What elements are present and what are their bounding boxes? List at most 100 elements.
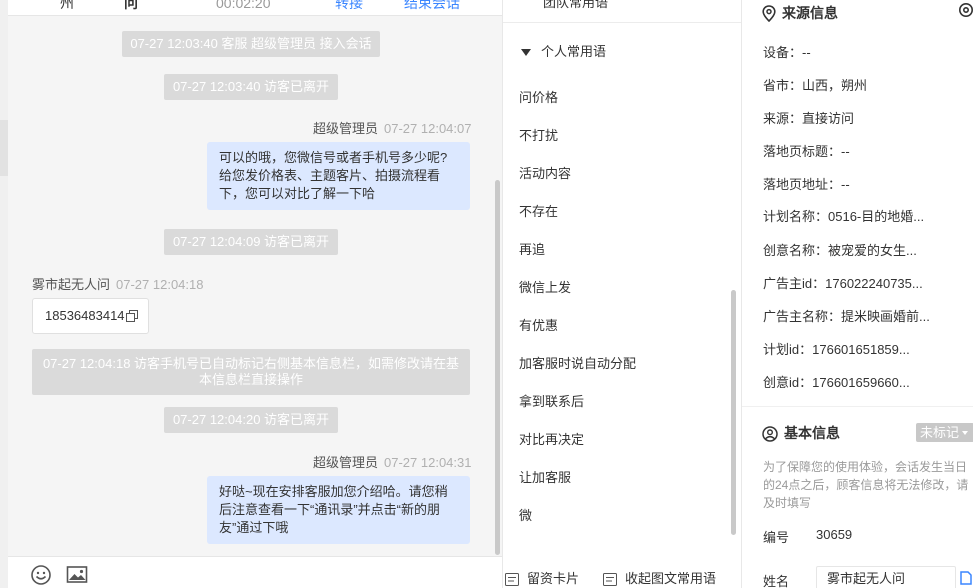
personal-phrases-group[interactable]: 个人常用语 bbox=[521, 41, 606, 60]
number-value: 30659 bbox=[816, 527, 853, 542]
name-label: 姓名 bbox=[763, 574, 790, 588]
edit-icon[interactable] bbox=[960, 571, 972, 585]
info-row-creative-name: 创意名称：被宠爱的女生... bbox=[763, 240, 917, 259]
phrase-item[interactable]: 让加客服 bbox=[519, 467, 571, 486]
phrase-item[interactable]: 有优惠 bbox=[519, 315, 558, 334]
row-value: -- bbox=[802, 45, 811, 60]
settings-icon[interactable] bbox=[958, 2, 973, 18]
system-message: 07-27 12:04:18 访客手机号已自动标记右侧基本信息栏，如需修改请在基… bbox=[32, 349, 470, 395]
collapse-phrases-button[interactable]: 收起图文常用语 bbox=[603, 568, 716, 587]
group-label: 个人常用语 bbox=[541, 44, 607, 59]
message-time: 07-27 12:04:18 bbox=[116, 277, 204, 292]
caret-down-icon bbox=[521, 49, 531, 57]
common-phrases-pane: 团队常用语 个人常用语 问价格 不打扰 活动内容 不存在 再追 微信上发 有优惠… bbox=[502, 0, 742, 588]
row-label: 创意名称： bbox=[763, 243, 829, 258]
info-row-advertiser-id: 广告主id：176022240735... bbox=[763, 273, 923, 292]
chat-workspace: 州 问 00:02:20 转接 结束会话 07-27 12:03:40 客服 超… bbox=[0, 0, 973, 588]
name-field[interactable]: 雾市起无人问 bbox=[816, 566, 956, 588]
visitor-phone-message[interactable]: 18536483414 bbox=[32, 298, 149, 334]
info-row-plan-name: 计划名称：0516-目的地婚... bbox=[763, 206, 924, 225]
left-edge-selection bbox=[0, 120, 8, 176]
info-row-landing-title: 落地页标题：-- bbox=[763, 141, 850, 160]
phrase-item[interactable]: 活动内容 bbox=[519, 163, 571, 182]
row-value: 山西，朔州 bbox=[802, 78, 868, 93]
phrase-item[interactable]: 拿到联系后 bbox=[519, 391, 584, 410]
team-phrases-group[interactable]: 团队常用语 bbox=[543, 0, 608, 11]
row-label: 计划名称： bbox=[763, 209, 829, 224]
system-message: 07-27 12:03:40 客服 超级管理员 接入会话 bbox=[122, 31, 380, 57]
list-icon bbox=[603, 573, 617, 586]
phrase-item[interactable]: 问价格 bbox=[519, 87, 558, 106]
phrase-item[interactable]: 对比再决定 bbox=[519, 429, 584, 448]
info-row-advertiser-name: 广告主名称：提米映画婚前... bbox=[763, 306, 930, 325]
system-message: 07-27 12:04:20 访客已离开 bbox=[164, 407, 338, 433]
location-pin-icon bbox=[762, 5, 776, 23]
agent-message-bubble: 好哒~现在安排客服加您介绍哈。请您稍后注意查看一下“通讯录”并点击“新的朋友”通… bbox=[207, 476, 470, 544]
card-icon bbox=[505, 573, 519, 586]
emoji-icon[interactable] bbox=[30, 564, 52, 586]
chat-scrollbar[interactable] bbox=[495, 180, 500, 555]
row-value: 0516-目的地婚... bbox=[828, 209, 925, 224]
row-label: 计划id： bbox=[763, 342, 813, 357]
phrase-item[interactable]: 不存在 bbox=[519, 201, 558, 220]
agent-message-bubble: 可以的哦，您微信号或者手机号多少呢?给您发价格表、主题客片、拍摄流程看下，您可以… bbox=[207, 142, 470, 210]
image-icon[interactable] bbox=[66, 564, 88, 586]
message-meta: 雾市起无人问 07-27 12:04:18 bbox=[32, 274, 203, 293]
phrase-item[interactable]: 微 bbox=[519, 505, 532, 524]
row-label: 落地页地址： bbox=[763, 177, 842, 192]
basic-info-title: 基本信息 bbox=[762, 423, 840, 443]
info-row-region: 省市：山西，朔州 bbox=[763, 75, 867, 94]
message-meta: 超级管理员 07-27 12:04:07 bbox=[313, 118, 471, 137]
info-row-creative-id: 创意id：176601659660... bbox=[763, 372, 910, 391]
row-value: 被宠爱的女生... bbox=[828, 243, 917, 258]
message-time: 07-27 12:04:07 bbox=[384, 121, 472, 136]
row-value: 直接访问 bbox=[802, 111, 855, 126]
header-city: 州 bbox=[60, 0, 74, 11]
sender-name: 超级管理员 bbox=[313, 455, 379, 470]
copy-icon[interactable] bbox=[126, 310, 138, 322]
row-label: 省市： bbox=[763, 78, 803, 93]
row-value: 提米映画婚前... bbox=[841, 309, 930, 324]
basic-info-label: 基本信息 bbox=[784, 425, 840, 441]
sender-name: 雾市起无人问 bbox=[32, 277, 111, 292]
end-session-link[interactable]: 结束会话 bbox=[404, 0, 460, 12]
info-row-source: 来源：直接访问 bbox=[763, 108, 854, 127]
source-info-label: 来源信息 bbox=[782, 5, 838, 21]
source-info-title: 来源信息 bbox=[762, 3, 838, 23]
phrase-item[interactable]: 加客服时说自动分配 bbox=[519, 353, 636, 372]
customer-info-pane: 来源信息 设备：-- 省市：山西，朔州 来源：直接访问 落地页标题：-- 落地页… bbox=[741, 0, 973, 588]
divider bbox=[503, 22, 742, 23]
lead-card-button[interactable]: 留资卡片 bbox=[505, 568, 579, 587]
chat-pane: 州 问 00:02:20 转接 结束会话 07-27 12:03:40 客服 超… bbox=[8, 0, 502, 588]
phrase-item[interactable]: 不打扰 bbox=[519, 125, 558, 144]
row-value: 176601659660... bbox=[812, 375, 910, 390]
row-label: 广告主id： bbox=[763, 276, 826, 291]
edit-notice: 为了保障您的使用体验，会话发生当日的24点之后，顾客信息将无法修改，请及时填写 bbox=[763, 460, 969, 510]
phrase-item[interactable]: 再追 bbox=[519, 239, 545, 258]
session-duration: 00:02:20 bbox=[216, 0, 271, 11]
message-meta: 超级管理员 07-27 12:04:31 bbox=[313, 452, 471, 471]
info-row-device: 设备：-- bbox=[763, 42, 811, 61]
conversation-header: 州 问 00:02:20 转接 结束会话 bbox=[8, 0, 502, 16]
tag-dropdown[interactable]: 未标记 bbox=[916, 423, 973, 442]
sender-name: 超级管理员 bbox=[313, 121, 379, 136]
phrases-footer: 留资卡片 收起图文常用语 bbox=[503, 556, 742, 588]
phrase-item[interactable]: 微信上发 bbox=[519, 277, 571, 296]
user-icon bbox=[762, 426, 778, 442]
transfer-link[interactable]: 转接 bbox=[335, 0, 363, 12]
row-label: 设备： bbox=[763, 45, 803, 60]
row-value: -- bbox=[841, 177, 850, 192]
row-label: 落地页标题： bbox=[763, 144, 842, 159]
collapse-phrases-label: 收起图文常用语 bbox=[625, 571, 717, 586]
phrases-scrollbar[interactable] bbox=[731, 290, 736, 535]
system-message: 07-27 12:03:40 访客已离开 bbox=[164, 74, 338, 100]
row-label: 广告主名称： bbox=[763, 309, 842, 324]
header-ask: 问 bbox=[124, 0, 138, 11]
chat-input-toolbar bbox=[8, 556, 502, 588]
divider bbox=[742, 406, 973, 407]
left-edge-strip bbox=[0, 0, 8, 588]
row-value: 176022240735... bbox=[825, 276, 923, 291]
row-value: -- bbox=[841, 144, 850, 159]
row-label: 创意id： bbox=[763, 375, 813, 390]
lead-card-label: 留资卡片 bbox=[527, 571, 580, 586]
